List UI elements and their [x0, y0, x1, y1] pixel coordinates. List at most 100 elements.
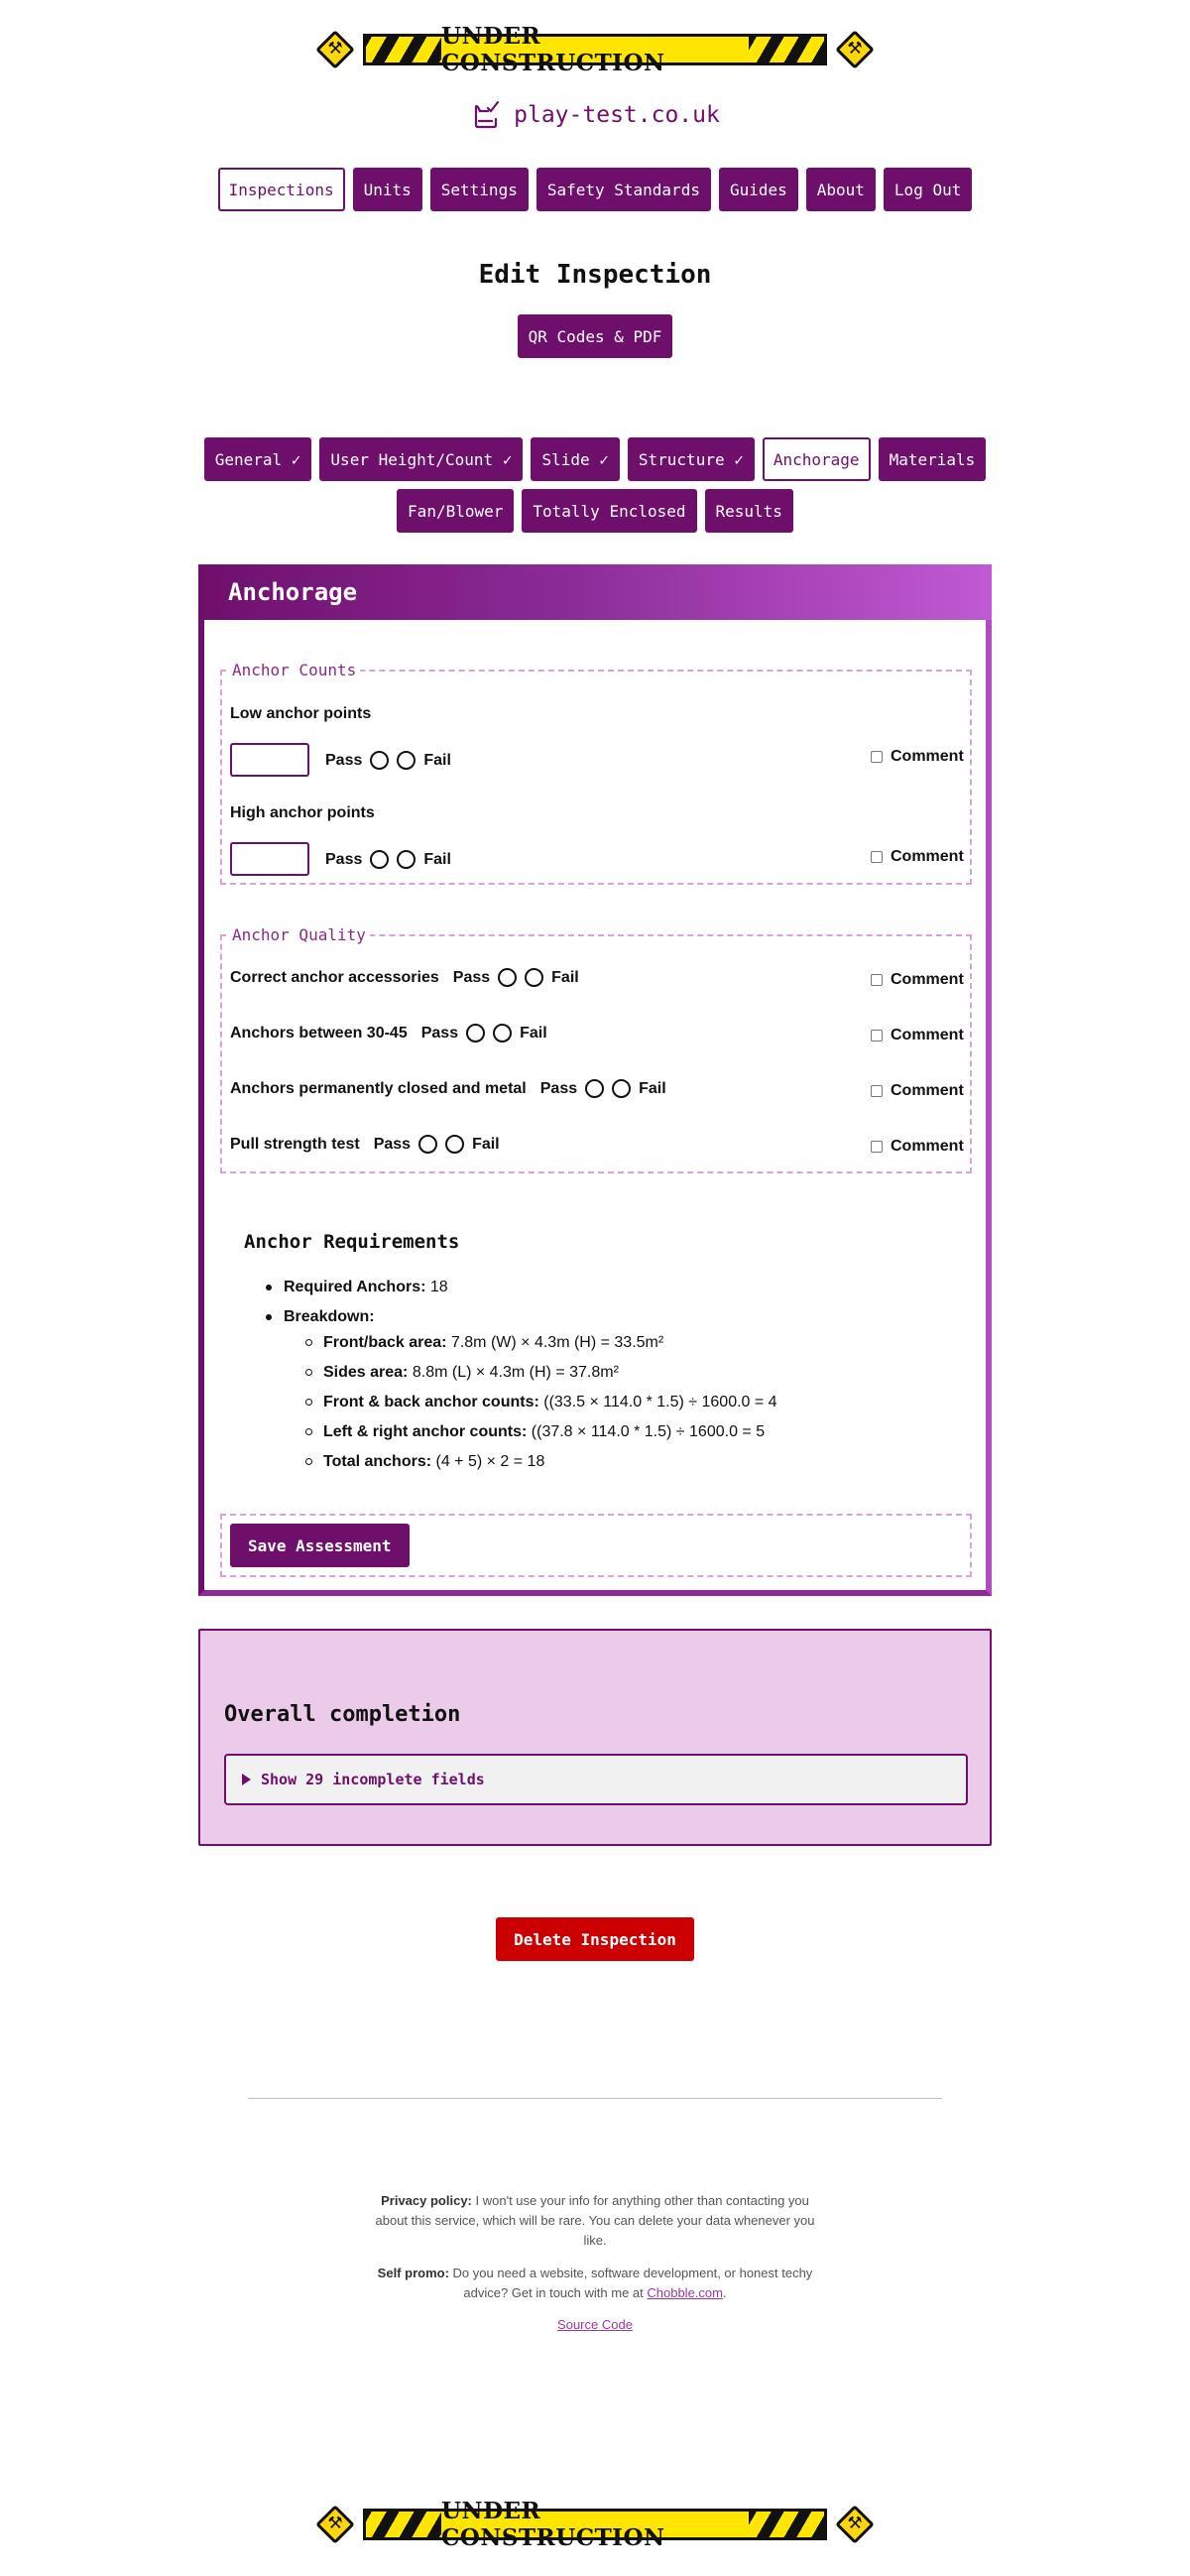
pass-label: Pass [325, 751, 363, 769]
tab-materials[interactable]: Materials [878, 437, 987, 481]
quality-label: Pull strength test [230, 1135, 360, 1153]
breakdown-row-label: Sides area: [323, 1364, 409, 1381]
comment-label: Comment [891, 848, 964, 865]
high-anchor-pass-fail: Pass Fail [325, 850, 451, 869]
save-assessment-button[interactable]: Save Assessment [230, 1524, 410, 1567]
comment-checkbox[interactable] [871, 851, 883, 863]
quality-comment[interactable]: Comment [871, 971, 964, 989]
comment-checkbox[interactable] [871, 1141, 883, 1153]
breakdown-row-value: ((37.8 × 114.0 * 1.5) ÷ 1600.0 = 5 [531, 1423, 766, 1440]
high-anchor-comment[interactable]: Comment [871, 848, 964, 866]
breakdown-row: Left & right anchor counts: ((37.8 × 114… [284, 1423, 938, 1453]
quality-comment[interactable]: Comment [871, 1082, 964, 1100]
promo-label: Self promo: [377, 2266, 449, 2280]
nav-safety-standards[interactable]: Safety Standards [536, 168, 711, 211]
comment-checkbox[interactable] [871, 974, 883, 986]
pass-radio[interactable] [370, 850, 390, 869]
pass-radio[interactable] [498, 968, 518, 987]
pass-label: Pass [325, 850, 363, 868]
anchor-counts-fieldset: Anchor Counts Low anchor points Pass Fai… [220, 661, 972, 885]
comment-label: Comment [891, 1138, 964, 1155]
page-title: Edit Inspection [478, 260, 712, 290]
breakdown-row: Total anchors: (4 + 5) × 2 = 18 [284, 1453, 938, 1483]
nav-guides[interactable]: Guides [718, 168, 798, 211]
breakdown-item: Breakdown: Front/back area: 7.8m (W) × 4… [244, 1308, 938, 1483]
inspection-tabs-row-2: Fan/Blower Totally Enclosed Results [0, 489, 1190, 533]
nav-units[interactable]: Units [352, 168, 422, 211]
delete-inspection-button[interactable]: Delete Inspection [496, 1917, 694, 1961]
privacy-policy: Privacy policy: I won't use your info fo… [367, 2191, 823, 2251]
breakdown-row-value: 8.8m (L) × 4.3m (H) = 37.8m² [412, 1364, 619, 1381]
nav-about[interactable]: About [805, 168, 876, 211]
under-construction-banner-top: ⚒ UNDER CONSTRUCTION ⚒ [0, 23, 1190, 76]
fail-label: Fail [472, 1135, 500, 1153]
fail-radio[interactable] [445, 1135, 465, 1154]
fail-label: Fail [423, 751, 451, 769]
pass-radio[interactable] [585, 1079, 605, 1098]
breakdown-row-value: ((33.5 × 114.0 * 1.5) ÷ 1600.0 = 4 [543, 1394, 777, 1411]
breakdown-row-label: Left & right anchor counts: [323, 1423, 528, 1440]
anchor-requirements: Anchor Requirements Required Anchors: 18… [244, 1231, 938, 1483]
tab-user-height-count[interactable]: User Height/Count ✓ [319, 437, 524, 481]
site-name: play-test.co.uk [514, 102, 720, 128]
pass-radio[interactable] [418, 1135, 438, 1154]
fail-radio[interactable] [397, 850, 416, 869]
fail-label: Fail [520, 1024, 547, 1042]
nav-settings[interactable]: Settings [429, 168, 529, 211]
requirements-title: Anchor Requirements [244, 1231, 460, 1253]
quality-label: Correct anchor accessories [230, 968, 439, 986]
promo-text: Do you need a website, software developm… [452, 2266, 813, 2300]
construction-worker-icon: ⚒ [315, 2505, 355, 2544]
breakdown-row: Sides area: 8.8m (L) × 4.3m (H) = 37.8m² [284, 1364, 938, 1394]
chobble-link[interactable]: Chobble.com [647, 2285, 723, 2300]
anchor-quality-legend: Anchor Quality [232, 925, 366, 944]
breakdown-row-value: 7.8m (W) × 4.3m (H) = 33.5m² [450, 1334, 664, 1351]
breakdown-row-label: Front/back area: [323, 1334, 447, 1351]
quality-comment[interactable]: Comment [871, 1138, 964, 1156]
pass-radio[interactable] [370, 751, 390, 770]
construction-worker-icon: ⚒ [835, 30, 875, 69]
quality-comment[interactable]: Comment [871, 1027, 964, 1044]
source-code-link[interactable]: Source Code [557, 2317, 633, 2332]
tab-totally-enclosed[interactable]: Totally Enclosed [522, 489, 697, 533]
form-title: Anchorage [198, 564, 992, 620]
comment-checkbox[interactable] [871, 1030, 883, 1042]
fail-label: Fail [423, 850, 451, 868]
tab-results[interactable]: Results [704, 489, 793, 533]
pass-radio[interactable] [466, 1024, 486, 1043]
banner-text: UNDER CONSTRUCTION [441, 2498, 749, 2551]
quality-label: Anchors between 30-45 [230, 1024, 408, 1042]
low-anchor-input[interactable] [230, 743, 309, 777]
comment-checkbox[interactable] [871, 1085, 883, 1097]
required-anchors-item: Required Anchors: 18 [244, 1279, 938, 1308]
fail-radio[interactable] [493, 1024, 513, 1043]
breakdown-row: Front/back area: 7.8m (W) × 4.3m (H) = 3… [284, 1334, 938, 1364]
fail-radio[interactable] [525, 968, 544, 987]
breakdown-row-label: Total anchors: [323, 1453, 432, 1470]
triangle-right-icon [242, 1774, 251, 1785]
nav-inspections[interactable]: Inspections [217, 168, 345, 211]
low-anchor-comment[interactable]: Comment [871, 748, 964, 766]
fail-radio[interactable] [397, 751, 416, 770]
overall-completion: Overall completion Show 29 incomplete fi… [198, 1629, 992, 1846]
pass-label: Pass [420, 1024, 459, 1042]
tab-slide[interactable]: Slide ✓ [531, 437, 620, 481]
breakdown-row-value: (4 + 5) × 2 = 18 [435, 1453, 545, 1470]
comment-checkbox[interactable] [871, 751, 883, 763]
nav-log-out[interactable]: Log Out [883, 168, 973, 211]
comment-label: Comment [891, 1027, 964, 1043]
qr-codes-pdf-button[interactable]: QR Codes & PDF [517, 314, 673, 358]
tab-fan-blower[interactable]: Fan/Blower [397, 489, 515, 533]
breakdown-row-label: Front & back anchor counts: [323, 1394, 539, 1411]
tab-general[interactable]: General ✓ [203, 437, 312, 481]
high-anchor-input[interactable] [230, 842, 309, 876]
tab-anchorage[interactable]: Anchorage [762, 437, 871, 481]
incomplete-fields-toggle[interactable]: Show 29 incomplete fields [224, 1754, 968, 1805]
source-code: Source Code [367, 2315, 823, 2335]
low-anchor-pass-fail: Pass Fail [325, 751, 451, 770]
pass-label: Pass [452, 968, 491, 986]
tab-structure[interactable]: Structure ✓ [627, 437, 755, 481]
low-anchor-label: Low anchor points [230, 705, 372, 722]
fail-radio[interactable] [612, 1079, 632, 1098]
site-brand[interactable]: play-test.co.uk [0, 99, 1190, 131]
